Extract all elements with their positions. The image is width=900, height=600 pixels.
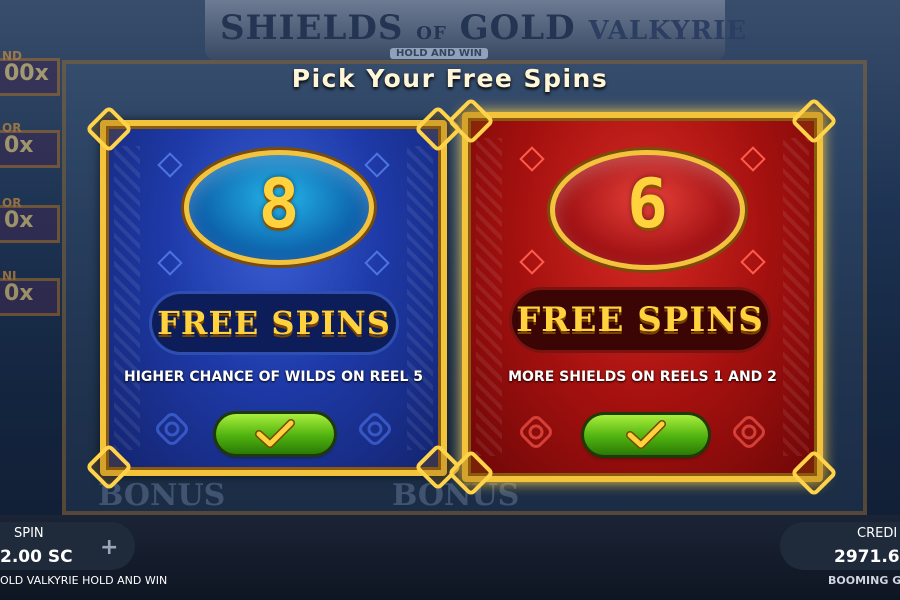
option-card-6-spins[interactable]: 6 FREE SPINS MORE SHIELDS ON REELS 1 AND… — [446, 96, 839, 498]
celtic-knot-icon — [359, 413, 391, 445]
select-8-spins-button[interactable] — [216, 414, 334, 454]
option-description: MORE SHIELDS ON REELS 1 AND 2 — [508, 369, 777, 385]
bottom-bar — [0, 515, 900, 600]
select-6-spins-button[interactable] — [584, 415, 708, 455]
bonus-symbol: BONUS — [98, 478, 226, 513]
jackpot-minor: OR 0x — [0, 196, 60, 243]
option-description: HIGHER CHANCE OF WILDS ON REEL 5 — [123, 369, 424, 385]
spin-count-oval: 8 — [184, 150, 374, 265]
knot-icon — [740, 146, 766, 172]
bet-value: 2.00 SC — [0, 547, 73, 567]
plus-icon[interactable]: + — [100, 535, 118, 560]
bonus-symbol: BONUS — [392, 478, 520, 513]
option-card-8-spins[interactable]: 8 FREE SPINS HIGHER CHANCE OF WILDS ON R… — [84, 104, 463, 492]
jackpot-mini: NI 0x — [0, 269, 60, 316]
free-spins-label: FREE SPINS — [152, 294, 396, 352]
checkmark-icon — [626, 420, 666, 449]
knot-icon — [157, 250, 183, 276]
side-pattern — [114, 146, 140, 450]
free-spins-label: FREE SPINS — [512, 290, 768, 350]
spin-count: 6 — [627, 165, 668, 244]
celtic-knot-icon — [733, 416, 765, 448]
celtic-knot-icon — [520, 416, 552, 448]
credit-value: 2971.62 — [834, 547, 900, 567]
pick-title: Pick Your Free Spins — [291, 64, 609, 93]
brand-logo: BOOMING G — [828, 574, 900, 587]
game-logo-subtitle: HOLD AND WIN — [390, 48, 489, 59]
jackpot-major: OR 0x — [0, 121, 60, 168]
spin-label: SPIN — [14, 526, 44, 541]
side-pattern — [783, 138, 809, 456]
game-logo: SHIELDS OF GOLD VALKYRIE — [220, 8, 748, 48]
side-pattern — [476, 138, 502, 456]
celtic-knot-icon — [156, 413, 188, 445]
spin-count-oval: 6 — [550, 150, 745, 270]
knot-icon — [364, 250, 390, 276]
side-pattern — [407, 146, 433, 450]
game-name: OLD VALKYRIE HOLD AND WIN — [0, 574, 168, 587]
spin-count: 8 — [258, 165, 300, 244]
knot-icon — [740, 249, 766, 275]
knot-icon — [157, 152, 183, 178]
credit-label: CREDI — [857, 526, 898, 541]
knot-icon — [519, 249, 545, 275]
checkmark-icon — [255, 419, 295, 448]
knot-icon — [519, 146, 545, 172]
